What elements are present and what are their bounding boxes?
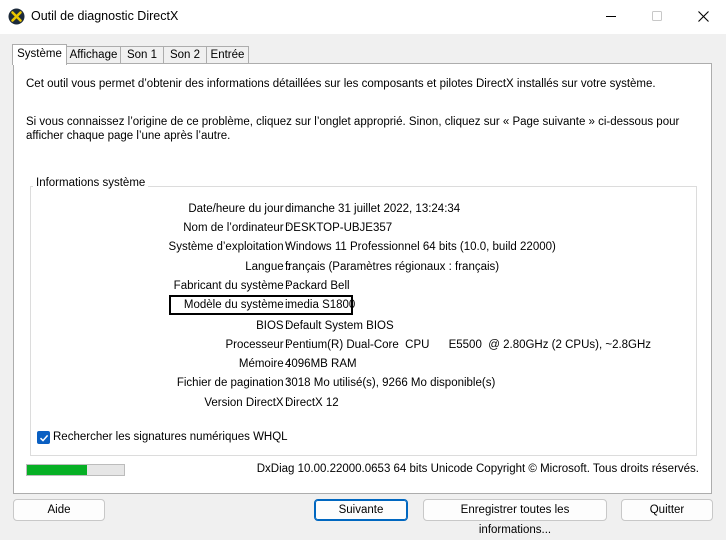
directx-x-icon [8, 8, 25, 25]
close-icon [697, 10, 709, 22]
info-row-language: Langue : français (Paramètres régionaux … [14, 261, 713, 277]
tab-affichage[interactable]: Affichage [66, 46, 121, 64]
instruction-text: Si vous connaissez l’origine de ce probl… [26, 116, 680, 142]
info-value: DESKTOP-UBJE357 [285, 222, 393, 234]
progress-fill [27, 465, 88, 475]
help-button[interactable]: Aide [13, 499, 105, 521]
info-row-memory: Mémoire : 4096MB RAM [14, 358, 713, 374]
system-info-group-title: Informations système [33, 177, 149, 189]
info-label: Version DirectX : [204, 397, 290, 409]
info-value: DirectX 12 [285, 397, 339, 409]
tab-son-1[interactable]: Son 1 [120, 46, 164, 64]
minimize-button[interactable] [588, 0, 634, 32]
info-label: Nom de l’ordinateur : [183, 222, 290, 234]
info-row-processor: Processeur : Pentium(R) Dual-Core CPU E5… [14, 339, 713, 355]
maximize-icon [652, 11, 662, 21]
info-label: Système d’exploitation : [168, 241, 290, 253]
tab-systeme[interactable]: Système [12, 44, 67, 65]
info-label: Langue : [245, 261, 290, 273]
window-title: Outil de diagnostic DirectX [31, 9, 179, 23]
info-label: Mémoire : [238, 358, 290, 370]
version-copyright-text: DxDiag 10.00.22000.0653 64 bits Unicode … [256, 463, 699, 475]
save-all-button[interactable]: Enregistrer toutes les informations... [423, 499, 607, 536]
info-value: Windows 11 Professionnel 64 bits (10.0, … [285, 241, 556, 253]
info-row-date: Date/heure du jour : dimanche 31 juillet… [14, 203, 713, 219]
title-bar[interactable]: Outil de diagnostic DirectX [0, 0, 726, 34]
intro-text: Cet outil vous permet d’obtenir des info… [26, 78, 656, 90]
info-value: Pentium(R) Dual-Core CPU E5500 @ 2.80GHz… [285, 339, 652, 351]
whql-checkbox-label[interactable]: Rechercher les signatures numériques WHQ… [53, 431, 288, 443]
info-label: Processeur : [225, 339, 290, 351]
quit-button[interactable]: Quitter [621, 499, 713, 521]
info-value: Default System BIOS [285, 320, 394, 332]
dxdiag-window: Outil de diagnostic DirectX Système Affi… [0, 0, 726, 536]
info-row-pagefile: Fichier de pagination : 3018 Mo utilisé(… [14, 377, 713, 393]
progress-bar [26, 464, 125, 476]
info-row-manufacturer: Fabricant du système : Packard Bell [14, 280, 713, 296]
info-value: français (Paramètres régionaux : françai… [285, 261, 500, 273]
tab-panel-systeme: Cet outil vous permet d’obtenir des info… [13, 63, 712, 494]
close-button[interactable] [680, 0, 726, 32]
minimize-icon [606, 16, 616, 17]
tab-son-2[interactable]: Son 2 [163, 46, 207, 64]
info-value: 3018 Mo utilisé(s), 9266 Mo disponible(s… [285, 377, 496, 389]
maximize-button[interactable] [634, 0, 680, 32]
tab-entree[interactable]: Entrée [206, 46, 249, 64]
info-label: Fichier de pagination : [176, 377, 290, 389]
info-value: dimanche 31 juillet 2022, 13:24:34 [285, 203, 461, 215]
info-value: Packard Bell [285, 280, 350, 292]
info-row-model: Modèle du système : imedia S1800 [14, 299, 713, 315]
model-highlight-box [169, 295, 353, 315]
info-row-computer-name: Nom de l’ordinateur : DESKTOP-UBJE357 [14, 222, 713, 238]
info-row-directx-version: Version DirectX : DirectX 12 [14, 397, 713, 413]
next-button[interactable]: Suivante [314, 499, 408, 521]
info-row-os: Système d’exploitation : Windows 11 Prof… [14, 241, 713, 257]
whql-checkbox[interactable] [37, 431, 50, 444]
info-label: Fabricant du système : [173, 280, 290, 292]
info-value: 4096MB RAM [285, 358, 357, 370]
info-label: Date/heure du jour : [188, 203, 290, 215]
info-row-bios: BIOS : Default System BIOS [14, 320, 713, 336]
checkmark-icon [39, 434, 48, 442]
